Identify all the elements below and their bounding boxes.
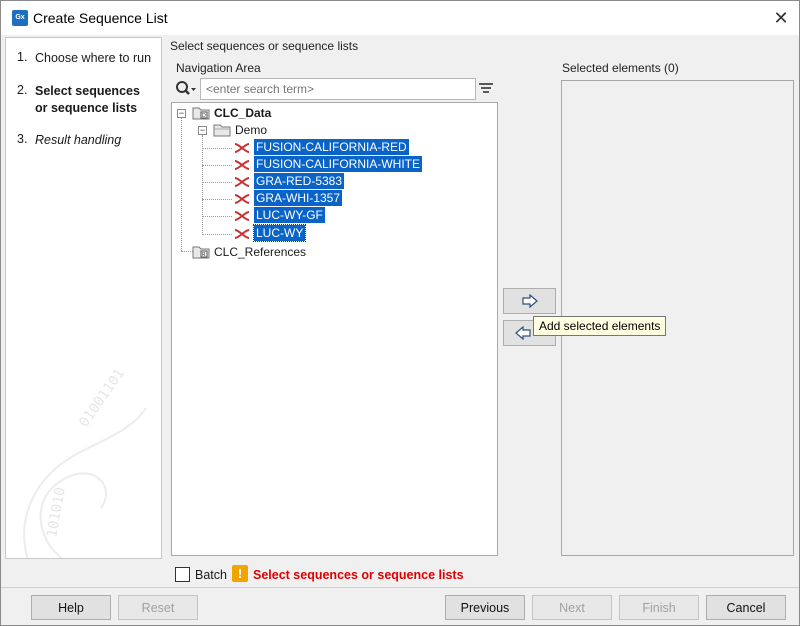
tree-node-label: Demo xyxy=(235,123,268,137)
help-button[interactable]: Help xyxy=(31,595,111,620)
tree-node-sequence-focused[interactable]: LUC-WY xyxy=(252,224,307,242)
step-number: 1. xyxy=(17,50,28,64)
svg-text:R: R xyxy=(202,252,206,258)
window-title: Create Sequence List xyxy=(33,10,168,26)
sequence-icon xyxy=(234,229,250,239)
wizard-steps-panel: 1. Choose where to run 2. Select sequences… xyxy=(5,37,162,559)
tree-node-clc-data[interactable]: CLC_Data xyxy=(212,105,273,121)
svg-text:01001101: 01001101 xyxy=(76,368,128,430)
folder-icon xyxy=(213,124,231,137)
step-choose-where-to-run: 1. Choose where to run xyxy=(17,50,153,67)
cancel-button[interactable]: Cancel xyxy=(706,595,786,620)
tree-node-demo[interactable]: Demo xyxy=(233,122,269,138)
navigation-tree[interactable]: − D CLC_Data − Demo FUSION-CALIFORNIA-RE… xyxy=(171,102,498,556)
tree-node-sequence[interactable]: LUC-WY-GF xyxy=(254,207,325,223)
binary-swirl-watermark-icon: 01001101 101010 xyxy=(23,368,147,558)
reset-button[interactable]: Reset xyxy=(118,595,198,620)
tree-node-label: LUC-WY xyxy=(254,225,306,241)
tree-node-label: FUSION-CALIFORNIA-WHITE xyxy=(254,156,422,172)
previous-button[interactable]: Previous xyxy=(445,595,525,620)
selected-elements-label: Selected elements (0) xyxy=(562,61,679,75)
close-button[interactable]: ✕ xyxy=(769,6,793,30)
sequence-icon xyxy=(234,177,250,187)
tree-line xyxy=(202,234,232,235)
tooltip: Add selected elements xyxy=(533,316,667,336)
tree-node-label: GRA-WHI-1357 xyxy=(254,190,343,206)
tree-node-sequence[interactable]: GRA-RED-5383 xyxy=(254,173,345,189)
tree-node-label: FUSION-CALIFORNIA-RED xyxy=(254,139,409,155)
finish-button[interactable]: Finish xyxy=(619,595,699,620)
navigation-area-label: Navigation Area xyxy=(176,61,261,75)
tree-node-label: CLC_Data xyxy=(214,106,272,120)
tree-line xyxy=(181,117,182,251)
search-options-icon[interactable] xyxy=(175,80,197,98)
step-label: Select sequences or sequence lists xyxy=(35,84,140,115)
tree-node-label: CLC_References xyxy=(214,245,307,259)
tree-line xyxy=(202,165,232,166)
section-title: Select sequences or sequence lists xyxy=(170,39,359,53)
batch-label: Batch xyxy=(195,568,227,582)
step-result-handling: 3. Result handling xyxy=(17,132,153,149)
step-number: 2. xyxy=(17,83,28,97)
sequence-icon xyxy=(234,194,250,204)
database-folder-icon: D xyxy=(192,107,210,120)
tree-line xyxy=(202,199,232,200)
add-selected-button[interactable] xyxy=(503,288,556,314)
title-bar: Gx Create Sequence List ✕ xyxy=(1,1,799,35)
tree-line xyxy=(202,135,203,235)
warning-icon: ! xyxy=(232,565,248,582)
app-icon: Gx xyxy=(12,10,28,26)
step-label: Choose where to run xyxy=(35,51,152,65)
collapse-toggle-icon[interactable]: − xyxy=(177,109,186,118)
svg-text:D: D xyxy=(202,113,206,119)
filter-menu-icon[interactable] xyxy=(478,81,494,97)
references-folder-icon: R xyxy=(192,246,210,259)
tree-node-label: LUC-WY-GF xyxy=(254,207,325,223)
step-select-sequences: 2. Select sequences or sequence lists xyxy=(17,83,153,117)
step-label: Result handling xyxy=(35,133,122,147)
tree-line xyxy=(202,182,232,183)
sequence-icon xyxy=(234,143,250,153)
tree-line xyxy=(202,148,232,149)
warning-message: Select sequences or sequence lists xyxy=(253,568,464,582)
tree-node-sequence[interactable]: FUSION-CALIFORNIA-WHITE xyxy=(254,156,422,172)
search-input[interactable] xyxy=(200,78,476,100)
step-number: 3. xyxy=(17,132,28,146)
tree-node-sequence[interactable]: GRA-WHI-1357 xyxy=(254,190,343,206)
tree-node-clc-references[interactable]: CLC_References xyxy=(212,244,308,260)
sequence-icon xyxy=(234,211,250,221)
collapse-toggle-icon[interactable]: − xyxy=(198,126,207,135)
tree-node-sequence[interactable]: FUSION-CALIFORNIA-RED xyxy=(254,139,409,155)
tree-line xyxy=(202,216,232,217)
tree-node-label: GRA-RED-5383 xyxy=(254,173,345,189)
arrow-left-icon xyxy=(514,325,531,341)
arrow-right-icon xyxy=(521,293,538,309)
dialog-window: Gx Create Sequence List ✕ 1. Choose where… xyxy=(0,0,800,626)
batch-checkbox[interactable] xyxy=(175,567,190,582)
sequence-icon xyxy=(234,160,250,170)
next-button[interactable]: Next xyxy=(532,595,612,620)
